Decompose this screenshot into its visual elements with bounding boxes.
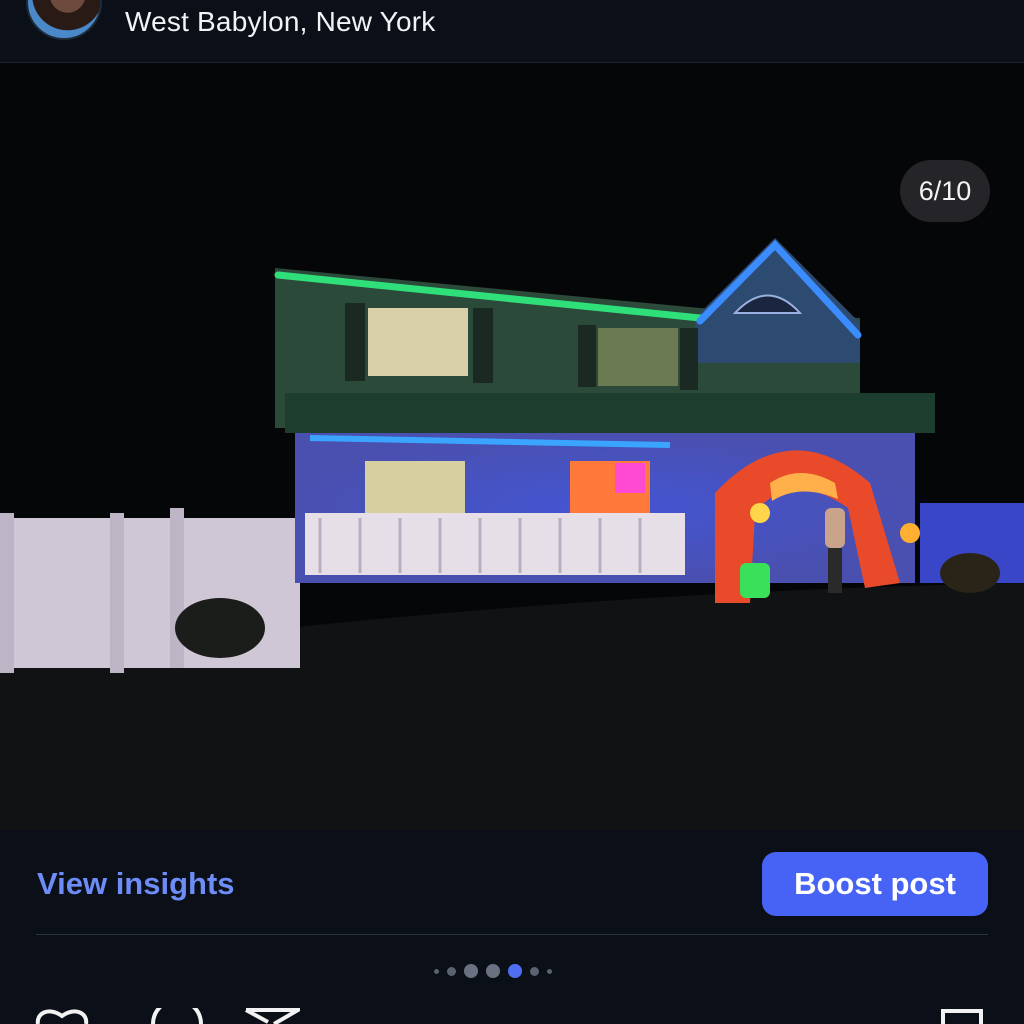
- post-action-bar: View insights Boost post: [0, 830, 1024, 1024]
- post-photo[interactable]: 6/10: [0, 63, 1024, 830]
- avatar[interactable]: [26, 0, 102, 40]
- bookmark-icon[interactable]: [940, 1008, 984, 1024]
- carousel-pagination: [434, 963, 552, 979]
- house-illustration: [0, 63, 1024, 830]
- boost-post-button[interactable]: Boost post: [762, 852, 988, 916]
- pagination-dot: [447, 966, 456, 976]
- post-header: West Babylon, New York: [0, 0, 1024, 62]
- share-icon[interactable]: [244, 1008, 300, 1024]
- pagination-dot: [486, 964, 500, 978]
- comment-icon[interactable]: [150, 1008, 204, 1024]
- pagination-dot-active: [508, 964, 522, 978]
- view-insights-link[interactable]: View insights: [37, 866, 235, 902]
- pagination-dot: [434, 968, 439, 974]
- section-divider: [36, 934, 988, 935]
- engagement-icons: [0, 1008, 1024, 1024]
- photo-counter: 6/10: [900, 160, 990, 222]
- post-location[interactable]: West Babylon, New York: [125, 6, 436, 38]
- pagination-dot: [530, 966, 539, 976]
- pagination-dot: [464, 964, 478, 978]
- pagination-dot: [547, 968, 552, 974]
- heart-icon[interactable]: [34, 1008, 94, 1024]
